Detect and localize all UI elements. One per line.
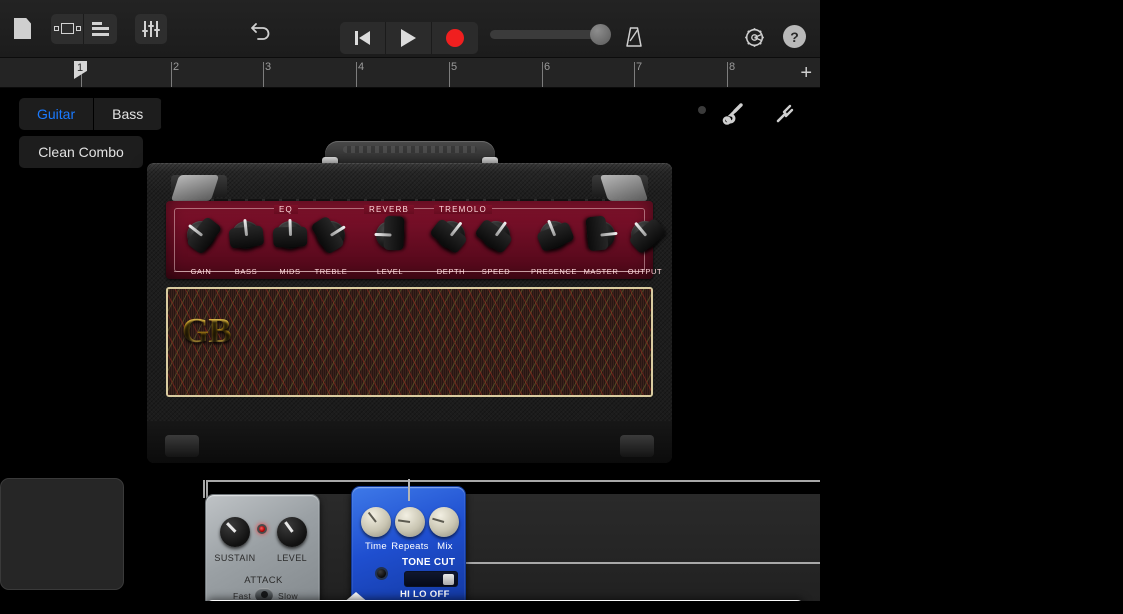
pedal1-knob-sustain[interactable] [220, 517, 250, 547]
pedal2-label-hilooff: HI LO OFF [400, 589, 450, 600]
patch-cable-bottom [410, 562, 846, 564]
tuning-fork-icon[interactable] [772, 101, 798, 132]
garageband-amp-designer: ? 2 3 4 5 6 7 8 1 + Guitar Bass Clean Co… [0, 0, 1123, 614]
section-label-eq: EQ [274, 205, 298, 214]
browser-icon-left [53, 26, 59, 31]
pedal2-cable [408, 479, 410, 501]
record-icon[interactable] [432, 22, 478, 54]
bar-number: 4 [358, 61, 365, 73]
bar-number: 5 [451, 61, 458, 73]
track-list-icon[interactable] [84, 13, 117, 44]
amp-knob-treble[interactable]: TREBLE [310, 215, 348, 276]
grille-cloth [168, 289, 651, 395]
section-label-reverb: REVERB [364, 205, 415, 214]
pedal-slot-3-empty[interactable] [0, 478, 124, 590]
section-label-tremolo: TREMOLO [434, 205, 492, 214]
browser-icon-right [75, 26, 81, 31]
tab-guitar[interactable]: Guitar [19, 98, 95, 130]
amp-designer-editor: Guitar Bass Clean Combo EQ REVERB TREMOL… [0, 89, 846, 614]
cable-plug-icon[interactable] [720, 101, 746, 132]
browser-icon-center [60, 23, 74, 34]
bar-number: 6 [544, 61, 551, 73]
metronome-icon[interactable] [622, 25, 646, 49]
monitor-dot-icon [698, 106, 706, 114]
bar-number: 8 [729, 61, 736, 73]
document-icon[interactable] [14, 18, 31, 39]
pedal2-knob-mix[interactable] [429, 507, 459, 537]
playhead[interactable]: 1 [74, 61, 88, 85]
pedal2-knob-repeats[interactable] [395, 507, 425, 537]
add-track-button[interactable]: + [800, 63, 812, 83]
pedal2-jack [375, 567, 388, 580]
track-tool-icons [698, 101, 798, 132]
timeline-ruler[interactable]: 2 3 4 5 6 7 8 1 + [0, 58, 820, 88]
right-empty-area [820, 0, 1123, 614]
pedal1-led [257, 524, 267, 534]
pedal2-label-tonecut: TONE CUT [402, 557, 456, 568]
preset-selector[interactable]: Clean Combo [19, 136, 143, 168]
amp-knob-level[interactable]: LEVEL [373, 215, 407, 276]
amp-corner-right [599, 175, 649, 201]
gear-icon[interactable] [742, 25, 767, 50]
playhead-bar-number: 1 [77, 62, 84, 74]
amp-knob-row: GAIN BASS MIDS TREBLE LEVEL DEPTH SPEED … [176, 215, 668, 276]
help-button[interactable]: ? [783, 25, 806, 48]
amp-grille: GB [166, 287, 653, 397]
amp-foot-right [620, 435, 654, 457]
amp-control-panel: EQ REVERB TREMOLO GAIN BASS MIDS TREBLE … [166, 201, 668, 279]
transport-controls [340, 22, 478, 54]
undo-arrow-icon[interactable] [247, 14, 277, 44]
pedal2-label-mix: Mix [437, 541, 453, 552]
pedal1-label-attack: ATTACK [244, 575, 283, 586]
amp-corner-left [170, 175, 220, 201]
pedalboard: SUSTAIN LEVEL ATTACK Fast Slow Time Repe… [0, 478, 846, 614]
list-line-2 [92, 27, 109, 30]
pedal2-knob-time[interactable] [361, 507, 391, 537]
amp-knob-mids[interactable]: MIDS [272, 218, 308, 276]
amp-knob-master[interactable]: MASTER [584, 215, 618, 276]
bar-number: 7 [636, 61, 643, 73]
top-toolbar: ? [0, 0, 820, 58]
amp-knob-gain[interactable]: GAIN [184, 215, 223, 276]
amp-knob-speed[interactable]: SPEED [474, 218, 514, 276]
pedal1-knob-level[interactable] [277, 517, 307, 547]
play-icon[interactable] [386, 22, 432, 54]
amp-body: EQ REVERB TREMOLO GAIN BASS MIDS TREBLE … [147, 163, 672, 463]
patch-cable-top [206, 480, 846, 482]
amp-head[interactable]: EQ REVERB TREMOLO GAIN BASS MIDS TREBLE … [147, 141, 672, 479]
amp-logo: GB [182, 311, 232, 350]
volume-slider-knob[interactable] [590, 24, 611, 45]
return-to-start-icon[interactable] [340, 22, 386, 54]
bar-number: 3 [265, 61, 272, 73]
amp-foot-left [165, 435, 199, 457]
list-line-3 [92, 32, 109, 36]
pedal1-label-level: LEVEL [276, 553, 308, 563]
pedal2-tonecut-switch[interactable] [404, 571, 458, 587]
pedal-slot-1-compressor[interactable]: SUSTAIN LEVEL ATTACK Fast Slow [205, 494, 320, 610]
list-line-1 [92, 21, 102, 25]
amp-knob-output[interactable]: OUTPUT [628, 217, 668, 276]
pedal1-label-sustain: SUSTAIN [214, 553, 256, 563]
master-volume-slider[interactable] [490, 24, 611, 45]
amp-base [147, 421, 672, 463]
view-segmented-control [51, 13, 117, 44]
bar-number: 2 [173, 61, 180, 73]
tab-bass[interactable]: Bass [94, 98, 163, 130]
control-panel-baseline [174, 271, 645, 272]
amp-knob-bass[interactable]: BASS [228, 218, 265, 276]
bottom-empty-area [0, 601, 820, 614]
amp-knob-depth[interactable]: DEPTH [428, 217, 469, 276]
pedal2-label-repeats: Repeats [391, 541, 429, 552]
patch-cable-drop [203, 480, 205, 498]
amp-knob-presence[interactable]: PRESENCE [531, 219, 576, 276]
instrument-type-tabs: Guitar Bass [19, 98, 163, 130]
mixer-sliders-icon[interactable] [135, 13, 167, 44]
loop-browser-icon[interactable] [51, 13, 84, 44]
